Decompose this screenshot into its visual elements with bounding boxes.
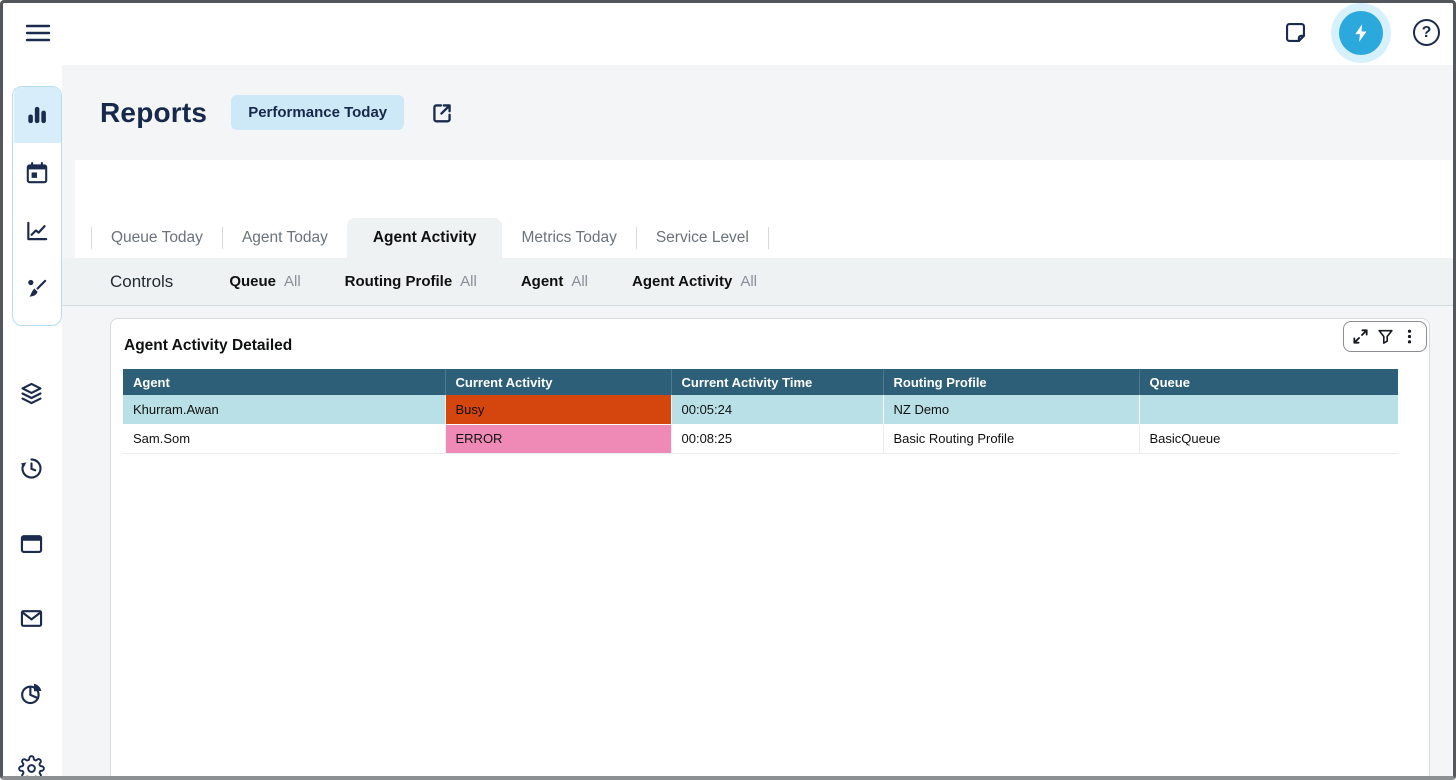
external-link-icon	[428, 99, 456, 127]
column-header-agent[interactable]: Agent	[123, 369, 445, 395]
sidebar-item-layers[interactable]	[0, 356, 62, 431]
hamburger-menu-button[interactable]	[22, 18, 54, 48]
agent-activity-card: Agent Activity Detailed Agent Current Ac…	[110, 318, 1430, 780]
cell-current-activity-time: 00:05:24	[671, 395, 883, 424]
sidebar-item-bar-chart[interactable]	[14, 87, 61, 143]
tab-queue-today[interactable]: Queue Today	[92, 218, 222, 258]
column-header-routing-profile[interactable]: Routing Profile	[883, 369, 1139, 395]
sidebar-item-history[interactable]	[0, 431, 62, 506]
feedback-note-button[interactable]	[1282, 19, 1309, 46]
sidebar-reports-group	[12, 86, 62, 326]
filter-queue[interactable]: Queue All	[229, 273, 300, 290]
filter-routing-profile-value: All	[460, 273, 477, 290]
sidebar-item-mail[interactable]	[0, 581, 62, 656]
tab-strip: Queue Today Agent Today Agent Activity M…	[75, 160, 1456, 258]
help-icon: ?	[1413, 19, 1440, 46]
sidebar-item-pie-chart[interactable]	[0, 656, 62, 731]
lightning-icon	[1350, 22, 1372, 44]
card-title: Agent Activity Detailed	[124, 337, 1429, 355]
open-external-button[interactable]	[428, 99, 456, 127]
column-header-queue[interactable]: Queue	[1139, 369, 1398, 395]
line-chart-icon	[24, 218, 50, 244]
note-icon	[1282, 19, 1309, 46]
filter-funnel-icon	[1377, 328, 1394, 345]
filter-queue-value: All	[284, 273, 301, 290]
filter-queue-label: Queue	[229, 273, 276, 290]
cell-routing-profile: Basic Routing Profile	[883, 424, 1139, 453]
tab-agent-today[interactable]: Agent Today	[223, 218, 347, 258]
tab-service-level[interactable]: Service Level	[637, 218, 768, 258]
filter-agent-activity-value: All	[740, 273, 757, 290]
table-row[interactable]: Sam.Som ERROR 00:08:25 Basic Routing Pro…	[123, 424, 1398, 453]
help-button[interactable]: ?	[1413, 19, 1440, 46]
layers-icon	[18, 380, 45, 407]
mail-icon	[18, 605, 45, 632]
quick-actions-button[interactable]	[1339, 11, 1383, 55]
cell-agent: Sam.Som	[123, 424, 445, 453]
cell-agent: Khurram.Awan	[123, 395, 445, 424]
brush-icon	[24, 276, 50, 302]
sidebar-item-calendar[interactable]	[14, 145, 61, 201]
filter-routing-profile[interactable]: Routing Profile All	[345, 273, 477, 290]
column-header-current-activity[interactable]: Current Activity	[445, 369, 671, 395]
page-title: Reports	[100, 97, 207, 129]
cell-current-activity: ERROR	[445, 424, 671, 453]
filter-agent-value: All	[571, 273, 588, 290]
tab-metrics-today[interactable]: Metrics Today	[502, 218, 635, 258]
cell-queue	[1139, 395, 1398, 424]
hamburger-icon	[24, 21, 52, 45]
topbar-actions: ?	[1282, 0, 1440, 65]
quick-actions-halo	[1331, 3, 1391, 63]
sidebar-item-browser[interactable]	[0, 506, 62, 581]
agent-activity-table: Agent Current Activity Current Activity …	[123, 369, 1398, 454]
expand-button[interactable]	[1352, 328, 1369, 345]
filter-routing-profile-label: Routing Profile	[345, 273, 453, 290]
performance-today-badge[interactable]: Performance Today	[231, 95, 404, 130]
browser-window-icon	[18, 530, 45, 557]
tab-divider	[768, 227, 769, 249]
filter-agent[interactable]: Agent All	[521, 273, 588, 290]
sidebar-item-design-brush[interactable]	[14, 261, 61, 317]
filter-agent-activity[interactable]: Agent Activity All	[632, 273, 757, 290]
cell-current-activity: Busy	[445, 395, 671, 424]
card-toolbar	[1343, 321, 1427, 352]
sidebar-item-settings[interactable]	[0, 731, 62, 780]
cell-queue: BasicQueue	[1139, 424, 1398, 453]
tabs: Queue Today Agent Today Agent Activity M…	[75, 218, 769, 258]
pie-chart-icon	[18, 680, 45, 707]
cell-current-activity-time: 00:08:25	[671, 424, 883, 453]
page-header: Reports Performance Today	[62, 65, 1456, 160]
tab-agent-activity[interactable]: Agent Activity	[347, 218, 503, 258]
main-content: Reports Performance Today Queue Today Ag…	[62, 65, 1456, 780]
table-row[interactable]: Khurram.Awan Busy 00:05:24 NZ Demo	[123, 395, 1398, 424]
filter-agent-activity-label: Agent Activity	[632, 273, 732, 290]
topbar: ?	[0, 0, 1456, 65]
filter-agent-label: Agent	[521, 273, 564, 290]
sidebar-item-line-chart[interactable]	[14, 203, 61, 259]
table-header-row: Agent Current Activity Current Activity …	[123, 369, 1398, 395]
sidebar-tools-list	[0, 356, 62, 780]
sidebar	[0, 65, 62, 780]
vertical-ellipsis-icon	[1401, 328, 1418, 345]
controls-bar: Controls Queue All Routing Profile All A…	[62, 258, 1456, 306]
controls-label: Controls	[110, 272, 173, 292]
column-header-current-activity-time[interactable]: Current Activity Time	[671, 369, 883, 395]
filter-button[interactable]	[1377, 328, 1394, 345]
cell-routing-profile: NZ Demo	[883, 395, 1139, 424]
calendar-icon	[24, 160, 50, 186]
expand-icon	[1352, 328, 1369, 345]
more-options-button[interactable]	[1401, 328, 1418, 345]
settings-gear-icon	[18, 755, 45, 780]
history-icon	[18, 455, 45, 482]
bar-chart-icon	[24, 102, 50, 128]
